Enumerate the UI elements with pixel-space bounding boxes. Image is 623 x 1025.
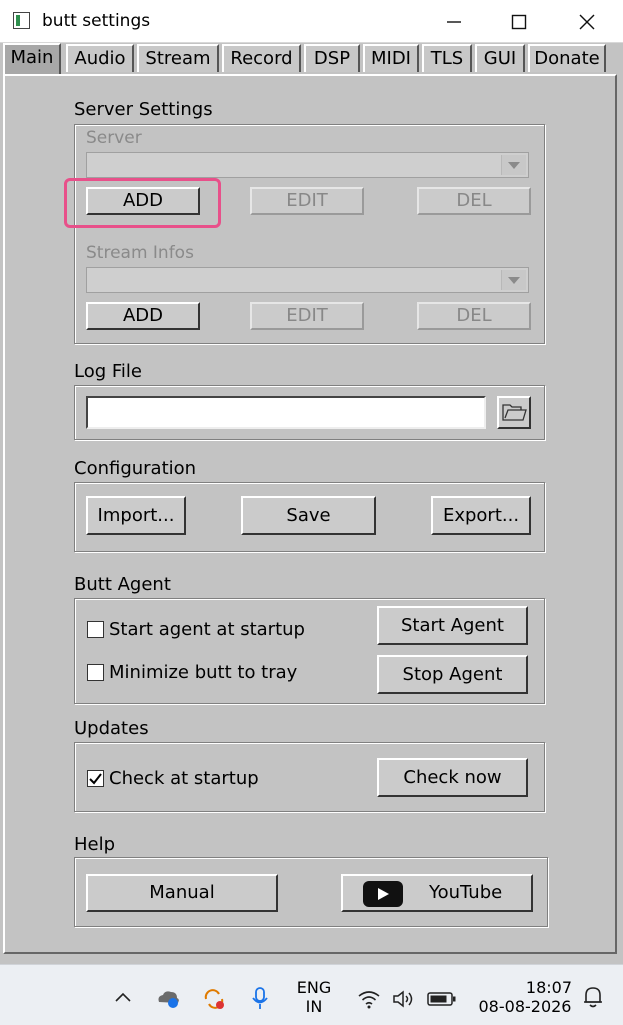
log-file-heading: Log File [74,361,142,382]
language-region: IN [305,997,323,1016]
log-file-input[interactable] [86,396,486,429]
server-edit-button[interactable]: EDIT [250,187,364,215]
microphone-icon[interactable] [251,986,269,1014]
chevron-up-icon[interactable] [114,989,132,1008]
youtube-button[interactable]: YouTube [341,874,533,912]
tab-gui[interactable]: GUI [475,44,525,72]
tab-donate[interactable]: Donate [528,44,606,72]
minimize-to-tray-label: Minimize butt to tray [109,662,298,683]
battery-icon[interactable] [427,991,457,1011]
app-icon [13,12,30,29]
server-settings-heading: Server Settings [74,99,213,120]
minimize-to-tray-checkbox[interactable] [87,664,104,681]
language-indicator[interactable]: ENG IN [292,978,336,1016]
server-label: Server [86,128,142,148]
manual-button[interactable]: Manual [86,874,278,912]
stop-agent-button[interactable]: Stop Agent [377,655,528,694]
youtube-label: YouTube [429,882,503,903]
folder-browse-button[interactable] [497,396,531,429]
window-title: butt settings [42,11,151,31]
clock-time: 18:07 [525,978,572,997]
stream-infos-add-button[interactable]: ADD [86,302,200,330]
server-del-button[interactable]: DEL [417,187,531,215]
export-button[interactable]: Export... [431,496,531,535]
configuration-heading: Configuration [74,458,197,479]
folder-open-icon [502,404,527,421]
clock[interactable]: 18:07 08-08-2026 [470,978,580,1016]
start-agent-button[interactable]: Start Agent [377,606,528,645]
maximize-icon[interactable] [507,10,531,34]
checkmark-icon [89,773,102,785]
help-heading: Help [74,834,116,855]
start-agent-at-startup-label: Start agent at startup [109,619,305,640]
stream-infos-label: Stream Infos [86,243,194,263]
stream-infos-edit-button[interactable]: EDIT [250,302,364,330]
clock-date: 08-08-2026 [478,997,572,1016]
check-at-startup-checkbox[interactable] [87,770,104,787]
start-agent-at-startup-checkbox[interactable] [87,621,104,638]
minimize-icon[interactable] [442,10,466,34]
wifi-icon[interactable] [357,989,381,1013]
volume-icon[interactable] [392,989,416,1013]
tab-audio[interactable]: Audio [66,44,134,72]
check-now-button[interactable]: Check now [377,758,528,797]
tab-stream[interactable]: Stream [137,44,219,72]
tab-record[interactable]: Record [222,44,301,72]
check-at-startup-label: Check at startup [109,768,259,789]
stream-infos-del-button[interactable]: DEL [417,302,531,330]
stream-infos-select[interactable] [86,267,529,293]
tab-dsp[interactable]: DSP [304,44,360,72]
tab-midi[interactable]: MIDI [363,44,419,72]
notification-bell-icon[interactable] [582,985,604,1013]
server-select[interactable] [86,152,529,178]
youtube-icon [363,881,403,907]
tab-tls[interactable]: TLS [422,44,472,72]
save-button[interactable]: Save [241,496,376,535]
tab-main[interactable]: Main [3,43,61,74]
close-icon[interactable] [575,10,599,34]
language-code: ENG [296,978,332,997]
updates-heading: Updates [74,718,149,739]
title-bar[interactable]: butt settings [0,0,623,43]
taskbar: ENG IN 18:07 08-08-2026 [0,964,623,1025]
chevron-down-icon [501,155,526,175]
onedrive-icon[interactable] [155,987,181,1013]
butt-agent-heading: Butt Agent [74,574,171,595]
import-button[interactable]: Import... [86,496,186,535]
chevron-down-icon [501,270,526,290]
add-button-highlight [64,178,221,228]
sync-icon[interactable] [201,987,227,1015]
